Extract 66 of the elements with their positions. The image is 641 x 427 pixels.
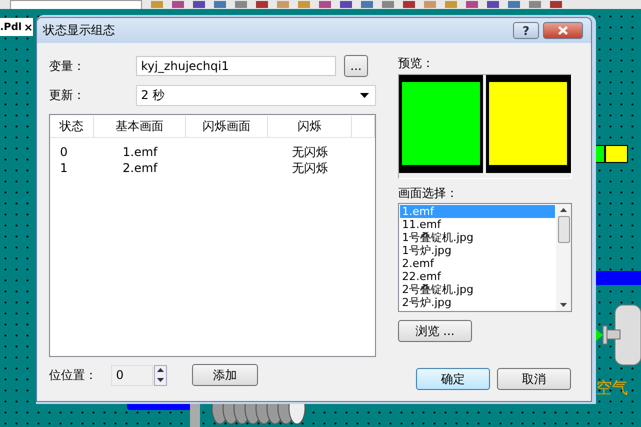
up-arrow-icon <box>157 368 164 372</box>
toolbar-icon[interactable] <box>550 1 562 8</box>
update-dropdown[interactable]: 2 秒 <box>136 84 376 106</box>
toolbar-icon[interactable] <box>445 1 457 8</box>
toolbar-icon[interactable] <box>256 1 268 8</box>
list-item[interactable]: 1号叠锭机.jpg <box>400 231 555 244</box>
toolbar-icon[interactable] <box>466 1 478 8</box>
section-label: 预览： <box>398 55 435 72</box>
toolbar-icon[interactable] <box>214 1 226 8</box>
toolbar-icon[interactable] <box>151 1 163 8</box>
toolbar-icon[interactable] <box>235 1 247 8</box>
toolbar-icon[interactable] <box>319 1 331 8</box>
field-label: 更新： <box>49 86 86 104</box>
toolbar-icon[interactable] <box>361 1 373 8</box>
toolbar-icon[interactable] <box>508 1 520 8</box>
section-label: 画面选择： <box>398 185 459 202</box>
column-header[interactable]: 闪烁画面 <box>186 116 268 137</box>
toolbar-icon[interactable] <box>403 1 415 8</box>
toolbar-icon[interactable] <box>382 1 394 8</box>
column-header[interactable]: 状态 <box>50 116 94 137</box>
field-label: 位位置： <box>49 366 98 384</box>
column-header[interactable]: 闪烁 <box>268 116 352 137</box>
close-icon[interactable]: × <box>24 20 33 34</box>
toolbar-icon[interactable] <box>298 1 310 8</box>
table-cell-text: 无闪烁 <box>291 160 329 176</box>
ellipsis-button[interactable]: ... <box>344 55 368 77</box>
variable-field[interactable]: kyj_zhujechqi1 <box>136 56 336 76</box>
toolbar-icon[interactable] <box>277 1 289 8</box>
browse-button[interactable]: 浏览 ... <box>398 320 472 342</box>
table-cell-text: 1 <box>59 160 69 176</box>
bit-position-field[interactable]: 0 <box>111 364 153 386</box>
cancel-button[interactable]: 取消 <box>497 368 571 390</box>
table-cell-text: 无闪烁 <box>291 144 329 160</box>
list-item[interactable]: 22.emf <box>400 270 555 283</box>
list-item[interactable]: 2号叠锭机.jpg <box>400 283 555 296</box>
canvas-label: 空气 <box>596 378 628 399</box>
toolbar-icon[interactable] <box>340 1 352 8</box>
window-title: 状态显示组态 <box>43 22 116 39</box>
document-tab[interactable]: .Pdl <box>0 22 22 32</box>
table-cell-text: 2.emf <box>122 160 159 176</box>
down-arrow-icon <box>157 378 164 382</box>
combo-field[interactable] <box>10 0 142 9</box>
close-icon <box>558 26 568 35</box>
help-button[interactable]: ? <box>513 22 539 39</box>
ok-button[interactable]: 确定 <box>416 368 490 390</box>
scrollbar[interactable] <box>556 204 571 311</box>
list-item[interactable]: 2.emf <box>400 257 555 270</box>
table-cell-text: 1.emf <box>122 144 159 160</box>
list-item[interactable]: 11.emf <box>400 218 555 231</box>
field-label: 变量： <box>49 58 86 74</box>
toolbar-icon[interactable] <box>193 1 205 8</box>
close-button[interactable] <box>543 22 583 39</box>
down-arrow-icon <box>560 303 567 307</box>
spin-buttons[interactable] <box>154 364 167 386</box>
table-cell-text: 0 <box>59 144 69 160</box>
dropdown-arrow-icon <box>360 92 369 98</box>
scroll-thumb[interactable] <box>558 216 570 243</box>
toolbar-icon[interactable] <box>172 1 184 8</box>
add-button[interactable]: 添加 <box>192 364 258 386</box>
toolbar-icon[interactable] <box>487 1 499 8</box>
column-header[interactable]: 基本画面 <box>94 116 186 137</box>
up-arrow-icon <box>560 208 567 212</box>
toolbar-icon[interactable] <box>424 1 436 8</box>
toolbar-icon[interactable] <box>529 1 541 8</box>
list-item[interactable]: 2号炉.jpg <box>400 296 555 309</box>
list-item[interactable]: 1号炉.jpg <box>400 244 555 257</box>
